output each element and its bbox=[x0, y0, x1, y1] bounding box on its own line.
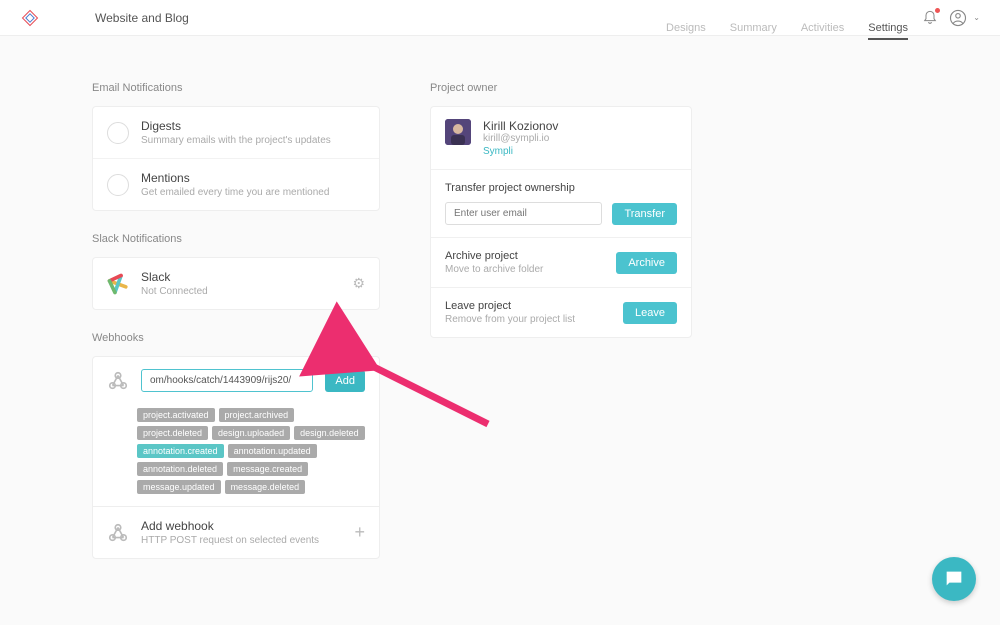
owner-row: Kirill Kozionov kirill@sympli.io Sympli bbox=[431, 107, 691, 169]
archive-title: Archive project bbox=[445, 250, 543, 262]
chevron-down-icon[interactable]: ⌄ bbox=[973, 13, 980, 22]
owner-name: Kirill Kozionov bbox=[483, 119, 558, 133]
gear-icon[interactable]: ⚙ bbox=[352, 275, 365, 292]
webhook-add-button[interactable]: Add bbox=[325, 370, 365, 392]
email-card: Digests Summary emails with the project'… bbox=[92, 106, 380, 211]
webhook-tags: project.activated project.archived project… bbox=[93, 404, 379, 506]
webhook-icon bbox=[107, 522, 129, 544]
owner-card: Kirill Kozionov kirill@sympli.io Sympli … bbox=[430, 106, 692, 338]
slack-section-title: Slack Notifications bbox=[92, 233, 380, 245]
webhook-tag[interactable]: project.activated bbox=[137, 408, 215, 422]
webhook-tag[interactable]: design.uploaded bbox=[212, 426, 290, 440]
slack-sub: Not Connected bbox=[141, 286, 208, 297]
mentions-sub: Get emailed every time you are mentioned bbox=[141, 187, 329, 198]
notifications-icon[interactable] bbox=[921, 9, 939, 27]
slack-row[interactable]: Slack Not Connected ⚙ bbox=[93, 258, 379, 309]
transfer-title: Transfer project ownership bbox=[445, 182, 677, 194]
owner-company[interactable]: Sympli bbox=[483, 146, 558, 157]
leave-row: Leave project Remove from your project l… bbox=[431, 287, 691, 337]
leave-sub: Remove from your project list bbox=[445, 314, 575, 325]
transfer-input[interactable] bbox=[445, 202, 602, 225]
webhook-tag[interactable]: annotation.deleted bbox=[137, 462, 223, 476]
owner-avatar bbox=[445, 119, 471, 145]
digests-radio[interactable] bbox=[107, 122, 129, 144]
leave-title: Leave project bbox=[445, 300, 575, 312]
webhook-tag[interactable]: message.created bbox=[227, 462, 308, 476]
webhooks-section-title: Webhooks bbox=[92, 332, 380, 344]
tab-designs[interactable]: Designs bbox=[666, 22, 706, 40]
tab-settings[interactable]: Settings bbox=[868, 22, 908, 40]
mentions-row[interactable]: Mentions Get emailed every time you are … bbox=[93, 158, 379, 210]
webhook-icon bbox=[107, 370, 129, 392]
slack-card: Slack Not Connected ⚙ bbox=[92, 257, 380, 310]
app-logo bbox=[20, 8, 40, 28]
slack-title: Slack bbox=[141, 270, 208, 284]
chat-bubble-icon[interactable] bbox=[932, 557, 976, 601]
plus-icon[interactable]: + bbox=[354, 522, 365, 543]
webhook-tag[interactable]: project.deleted bbox=[137, 426, 208, 440]
add-webhook-row[interactable]: Add webhook HTTP POST request on selecte… bbox=[93, 506, 379, 558]
project-name: Website and Blog bbox=[95, 11, 189, 25]
project-tabs: Designs Summary Activities Settings bbox=[666, 22, 908, 40]
add-webhook-title: Add webhook bbox=[141, 519, 319, 533]
tab-activities[interactable]: Activities bbox=[801, 22, 844, 40]
email-section-title: Email Notifications bbox=[92, 82, 380, 94]
webhook-url-input[interactable] bbox=[141, 369, 313, 392]
mentions-title: Mentions bbox=[141, 171, 329, 185]
transfer-button[interactable]: Transfer bbox=[612, 203, 677, 225]
user-menu-icon[interactable] bbox=[949, 9, 967, 27]
slack-icon bbox=[107, 273, 129, 295]
webhook-url-row: Add bbox=[93, 357, 379, 404]
transfer-row: Transfer project ownership Transfer bbox=[431, 169, 691, 237]
digests-title: Digests bbox=[141, 119, 331, 133]
archive-button[interactable]: Archive bbox=[616, 252, 677, 274]
digests-row[interactable]: Digests Summary emails with the project'… bbox=[93, 107, 379, 158]
tab-summary[interactable]: Summary bbox=[730, 22, 777, 40]
webhook-tag[interactable]: annotation.updated bbox=[228, 444, 317, 458]
leave-button[interactable]: Leave bbox=[623, 302, 677, 324]
webhook-tag[interactable]: annotation.created bbox=[137, 444, 224, 458]
webhook-tag[interactable]: design.deleted bbox=[294, 426, 365, 440]
add-webhook-sub: HTTP POST request on selected events bbox=[141, 535, 319, 546]
webhook-tag[interactable]: message.deleted bbox=[225, 480, 306, 494]
archive-sub: Move to archive folder bbox=[445, 264, 543, 275]
notification-dot bbox=[935, 8, 940, 13]
webhook-tag[interactable]: project.archived bbox=[219, 408, 295, 422]
webhooks-card: Add project.activatedproject.archivedpro… bbox=[92, 356, 380, 559]
owner-section-title: Project owner bbox=[430, 82, 692, 94]
digests-sub: Summary emails with the project's update… bbox=[141, 135, 331, 146]
owner-email: kirill@sympli.io bbox=[483, 133, 558, 144]
archive-row: Archive project Move to archive folder A… bbox=[431, 237, 691, 287]
mentions-radio[interactable] bbox=[107, 174, 129, 196]
header-right: ⌄ bbox=[921, 9, 980, 27]
webhook-tag[interactable]: message.updated bbox=[137, 480, 221, 494]
